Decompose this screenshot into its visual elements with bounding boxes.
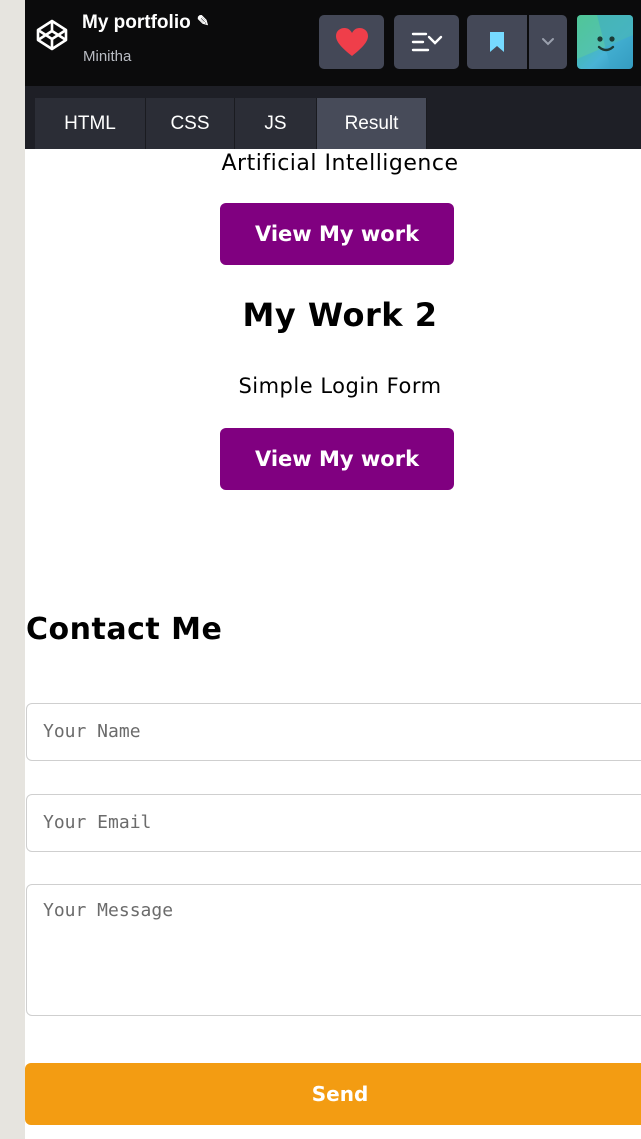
view-my-work-button-2[interactable]: View My work (220, 428, 454, 490)
love-button[interactable] (319, 15, 384, 69)
tab-js[interactable]: JS (235, 98, 317, 149)
result-preview: Artificial Intelligence View My work My … (25, 149, 641, 1139)
message-textarea[interactable]: Your Message (26, 884, 641, 1016)
email-input[interactable]: Your Email (26, 794, 641, 852)
chevron-down-icon (542, 38, 554, 46)
top-bar: My portfolio ✎ Minitha (25, 0, 641, 86)
pen-author[interactable]: Minitha (83, 48, 131, 65)
work-1-description: Artificial Intelligence (221, 151, 459, 176)
work-2-description: Simple Login Form (238, 374, 442, 398)
editor-tabs: HTML CSS JS Result (25, 86, 641, 149)
bookmark-button[interactable] (467, 15, 527, 69)
bookmark-dropdown[interactable] (529, 15, 567, 69)
tab-result[interactable]: Result (317, 98, 427, 149)
contact-title: Contact Me (26, 612, 223, 647)
pen-title-text: My portfolio (82, 12, 191, 33)
pencil-icon[interactable]: ✎ (197, 12, 210, 30)
view-my-work-button-1[interactable]: View My work (220, 203, 454, 265)
send-button[interactable]: Send (25, 1063, 641, 1125)
heart-icon (335, 28, 368, 56)
layout-button[interactable] (394, 15, 459, 69)
work-2-title: My Work 2 (242, 296, 438, 334)
bookmark-icon (490, 32, 504, 52)
pen-title[interactable]: My portfolio ✎ (82, 12, 209, 34)
tab-css[interactable]: CSS (146, 98, 235, 149)
name-input[interactable]: Your Name (26, 703, 641, 761)
tab-html[interactable]: HTML (35, 98, 146, 149)
codepen-logo-icon[interactable] (34, 17, 70, 53)
codepen-mobile-view: My portfolio ✎ Minitha HTML CSS JS Resul… (25, 0, 641, 1139)
layout-icon (411, 32, 442, 52)
smiley-face-icon (577, 15, 633, 69)
avatar[interactable] (577, 15, 633, 69)
